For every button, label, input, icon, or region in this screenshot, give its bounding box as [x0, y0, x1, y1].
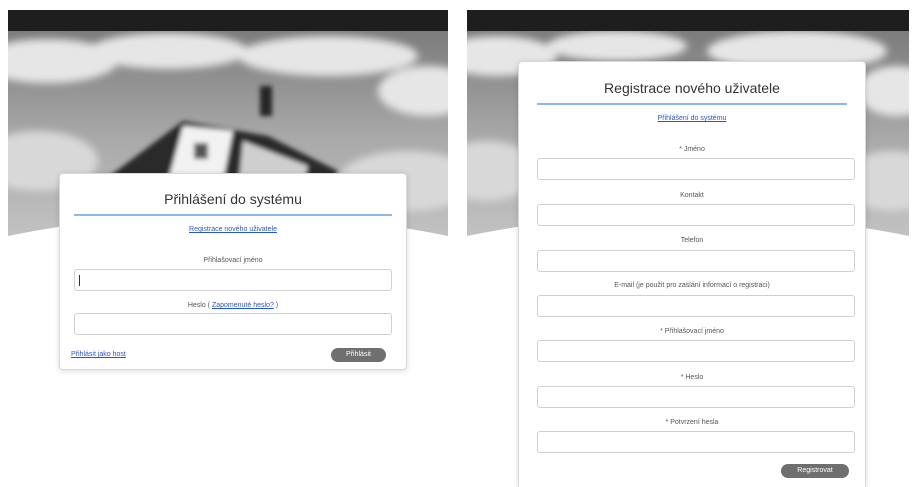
phone-label: Telefon: [680, 237, 704, 244]
guest-login-link[interactable]: Přihlásit jako host: [71, 351, 126, 358]
username-label: Přihlašovací jméno: [203, 257, 263, 264]
contact-label: Kontakt: [680, 192, 704, 199]
password-confirm-label: * Potvrzení hesla: [665, 419, 719, 426]
username-input[interactable]: [74, 269, 392, 291]
password-label: * Heslo: [680, 374, 704, 381]
name-label: * Jméno: [679, 146, 705, 153]
username-label: * Přihlašovací jméno: [660, 328, 724, 335]
email-label: E-mail (je použit pro zaslání informací …: [614, 282, 770, 289]
registration-screen: Registrace nového uživatele Přihlášení d…: [467, 0, 909, 487]
name-input[interactable]: [537, 158, 855, 180]
register-link[interactable]: Registrace nového uživatele: [60, 226, 406, 233]
top-bar: [467, 10, 909, 31]
login-link[interactable]: Přihlášení do systému: [519, 115, 865, 122]
register-button[interactable]: Registrovat: [781, 464, 849, 478]
contact-input[interactable]: [537, 204, 855, 226]
text-caret: [79, 275, 80, 286]
title-underline: [74, 214, 392, 216]
password-label-text: Heslo (: [187, 302, 212, 309]
login-button[interactable]: Přihlásit: [331, 348, 386, 362]
password-label-suffix: ): [273, 302, 279, 309]
top-bar: [8, 10, 448, 31]
registration-card: Registrace nového uživatele Přihlášení d…: [518, 61, 866, 487]
forgot-password-link[interactable]: Zapomenuté heslo?: [212, 302, 274, 309]
password-input[interactable]: [74, 313, 392, 335]
username-input[interactable]: [537, 340, 855, 362]
password-confirm-input[interactable]: [537, 431, 855, 453]
registration-title: Registrace nového uživatele: [604, 80, 780, 96]
login-screen: Přihlášení do systému Registrace nového …: [8, 0, 448, 487]
title-underline: [537, 103, 847, 105]
login-card: Přihlášení do systému Registrace nového …: [59, 173, 407, 370]
password-label: Heslo ( Zapomenuté heslo? ): [60, 302, 406, 309]
phone-input[interactable]: [537, 250, 855, 272]
login-title: Přihlášení do systému: [164, 191, 302, 207]
email-input[interactable]: [537, 295, 855, 317]
password-input[interactable]: [537, 386, 855, 408]
